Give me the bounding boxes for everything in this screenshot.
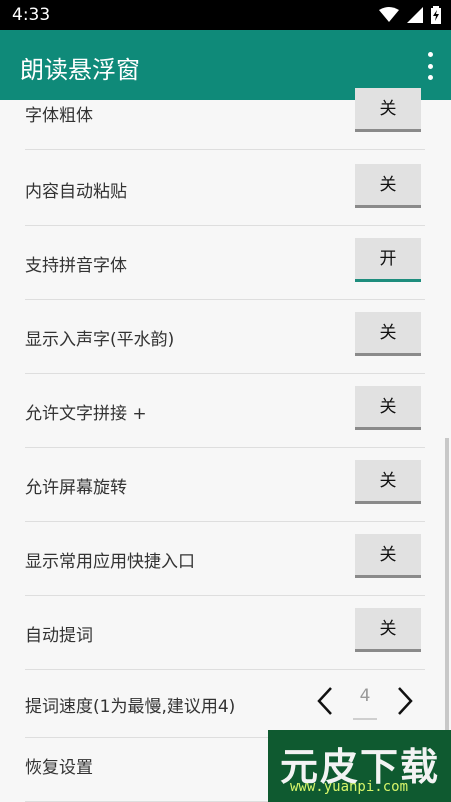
toggle-auto-prompt[interactable]: 关 [355,608,421,652]
status-time: 4:33 [12,5,51,25]
more-vert-icon[interactable] [425,52,435,80]
setting-row-bold-font: 字体粗体 关 [25,76,425,150]
toggle-pinyin-font[interactable]: 开 [355,238,421,282]
speed-stepper[interactable]: 4 [315,680,415,724]
toggle-entering-tone[interactable]: 关 [355,312,421,356]
setting-row-prompt-speed: 提词速度(1为最慢,建议用4) 4 [25,670,425,738]
setting-row-entering-tone: 显示入声字(平水韵) 关 [25,300,425,374]
toggle-screen-rotation[interactable]: 关 [355,460,421,504]
setting-label: 显示常用应用快捷入口 [25,552,195,572]
toggle-auto-paste[interactable]: 关 [355,164,421,208]
setting-label: 内容自动粘贴 [25,182,127,202]
wifi-icon [379,7,399,22]
setting-label: 显示入声字(平水韵) [25,330,175,350]
setting-row-screen-rotation: 允许屏幕旋转 关 [25,448,425,522]
setting-row-pinyin-font: 支持拼音字体 开 [25,226,425,300]
cellular-signal-icon [407,7,423,23]
setting-row-app-shortcuts: 显示常用应用快捷入口 关 [25,522,425,596]
chevron-right-icon[interactable] [395,686,415,716]
setting-label: 字体粗体 [25,106,93,126]
toggle-text-concat[interactable]: 关 [355,386,421,430]
toggle-bold-font[interactable]: 关 [355,88,421,132]
setting-row-auto-paste: 内容自动粘贴 关 [25,152,425,226]
settings-list[interactable]: 字体粗体 关 内容自动粘贴 关 支持拼音字体 开 显示入声字(平水韵) 关 允许… [0,88,451,802]
reset-label: 恢复设置 [25,758,93,778]
setting-label: 自动提词 [25,626,93,646]
chevron-left-icon[interactable] [315,686,335,716]
setting-label: 允许屏幕旋转 [25,478,127,498]
setting-row-auto-prompt: 自动提词 关 [25,596,425,670]
setting-label: 提词速度(1为最慢,建议用4) [25,697,236,717]
status-icons [379,6,441,24]
setting-row-text-concat: 允许文字拼接 + 关 [25,374,425,448]
setting-label: 支持拼音字体 [25,256,127,276]
speed-value[interactable]: 4 [353,686,377,720]
watermark-logo: 元皮下载 www.yuanpi.com [268,730,451,802]
battery-charging-icon [431,6,441,24]
toggle-app-shortcuts[interactable]: 关 [355,534,421,578]
watermark-url: www.yuanpi.com [290,779,409,795]
status-bar: 4:33 [0,0,451,30]
setting-label: 允许文字拼接 + [25,404,147,424]
